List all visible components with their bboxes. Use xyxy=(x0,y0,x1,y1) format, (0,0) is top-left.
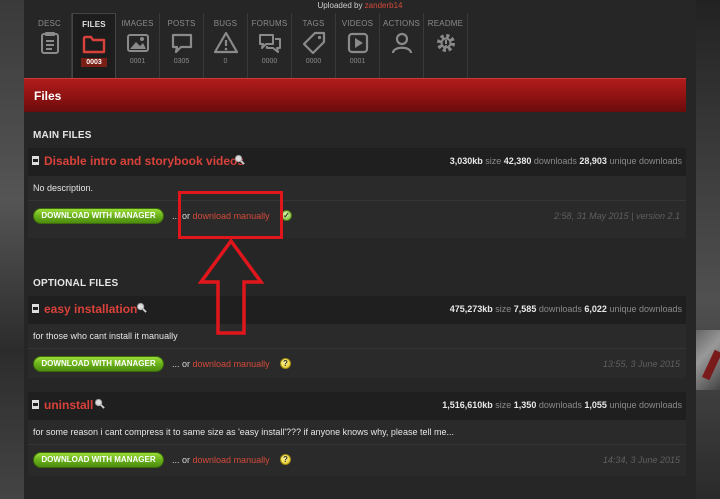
magnifier-icon[interactable] xyxy=(234,154,245,165)
file-header: uninstall 1,516,610kb size 1,350 downloa… xyxy=(28,392,686,420)
or-text: ... or download manually xyxy=(172,455,270,465)
annotation-highlight-box xyxy=(178,191,283,239)
tab-posts[interactable]: POSTS 0305 xyxy=(160,13,204,79)
tab-readme[interactable]: README xyxy=(424,13,468,79)
speech-bubble-icon xyxy=(171,33,192,54)
file-description: No description. xyxy=(28,176,686,201)
file-stats: 3,030kb size 42,380 downloads 28,903 uni… xyxy=(449,156,682,166)
tab-bugs[interactable]: BUGS 0 xyxy=(204,13,248,79)
file-icon xyxy=(32,304,39,313)
tab-bar: DESC FILES 0003 IMAGES 0001 POSTS 0305 B… xyxy=(28,13,468,79)
download-manually-link[interactable]: download manually xyxy=(193,359,270,369)
file-date: 13:55, 3 June 2015 xyxy=(602,359,680,369)
file-stats: 1,516,610kb size 1,350 downloads 1,055 u… xyxy=(442,400,682,410)
file-icon xyxy=(32,400,39,409)
file-stats: 475,273kb size 7,585 downloads 6,022 uni… xyxy=(449,304,682,314)
file-header: easy installation 475,273kb size 7,585 d… xyxy=(28,296,686,324)
files-header-bar: Files xyxy=(24,78,686,112)
document-icon xyxy=(40,32,59,54)
file-description: for some reason i cant compress it to sa… xyxy=(28,420,686,445)
tab-videos[interactable]: VIDEOS 0001 xyxy=(336,13,380,79)
magnifier-icon[interactable] xyxy=(136,302,147,313)
files-title: Files xyxy=(34,89,62,103)
file-name-link[interactable]: Disable intro and storybook videos xyxy=(44,154,244,168)
file-icon xyxy=(32,156,39,165)
download-with-manager-button[interactable]: DOWNLOAD WITH MANAGER xyxy=(33,452,164,468)
file-entry: easy installation 475,273kb size 7,585 d… xyxy=(28,296,686,378)
file-date: 2:58, 31 May 2015 | version 2.1 xyxy=(554,211,680,221)
uploader-link[interactable]: zanderb14 xyxy=(365,1,403,10)
chat-bubbles-icon xyxy=(258,34,281,53)
gear-icon xyxy=(436,34,455,52)
download-with-manager-button[interactable]: DOWNLOAD WITH MANAGER xyxy=(33,208,164,224)
annotation-arrow-icon xyxy=(198,238,264,335)
file-date: 14:34, 3 June 2015 xyxy=(602,455,680,465)
download-manually-link[interactable]: download manually xyxy=(193,455,270,465)
or-text: ... or download manually xyxy=(172,359,270,369)
image-icon xyxy=(126,34,149,52)
play-icon xyxy=(347,32,368,54)
warning-icon xyxy=(213,31,238,54)
question-icon: ? xyxy=(280,358,291,369)
file-entry: Disable intro and storybook videos 3,030… xyxy=(28,148,686,238)
question-icon: ? xyxy=(280,454,291,465)
tab-images[interactable]: IMAGES 0001 xyxy=(116,13,160,79)
file-actions: DOWNLOAD WITH MANAGER ... or download ma… xyxy=(28,201,686,231)
section-main-files: MAIN FILES xyxy=(33,130,92,141)
magnifier-icon[interactable] xyxy=(94,398,105,409)
file-actions: DOWNLOAD WITH MANAGER ... or download ma… xyxy=(28,349,686,379)
tab-tags[interactable]: TAGS 0000 xyxy=(292,13,336,79)
file-description: for those who cant install it manually xyxy=(28,324,686,349)
tab-forums[interactable]: FORUMS 0000 xyxy=(248,13,292,79)
file-header: Disable intro and storybook videos 3,030… xyxy=(28,148,686,176)
background-left xyxy=(0,0,24,499)
tab-actions[interactable]: ACTIONS xyxy=(380,13,424,79)
download-with-manager-button[interactable]: DOWNLOAD WITH MANAGER xyxy=(33,356,164,372)
file-actions: DOWNLOAD WITH MANAGER ... or download ma… xyxy=(28,445,686,475)
tab-desc[interactable]: DESC xyxy=(28,13,72,79)
uploaded-by: Uploaded by zanderb14 xyxy=(317,1,403,10)
tag-icon xyxy=(302,31,325,55)
section-optional-files: OPTIONAL FILES xyxy=(33,278,119,289)
file-name-link[interactable]: uninstall xyxy=(44,398,93,412)
background-right xyxy=(696,0,720,499)
file-name-link[interactable]: easy installation xyxy=(44,302,137,316)
mod-page: Uploaded by zanderb14 DESC FILES 0003 IM… xyxy=(24,0,696,499)
folder-icon xyxy=(82,35,106,54)
user-icon xyxy=(391,32,412,54)
tab-files[interactable]: FILES 0003 xyxy=(72,13,116,79)
file-entry: uninstall 1,516,610kb size 1,350 downloa… xyxy=(28,392,686,476)
